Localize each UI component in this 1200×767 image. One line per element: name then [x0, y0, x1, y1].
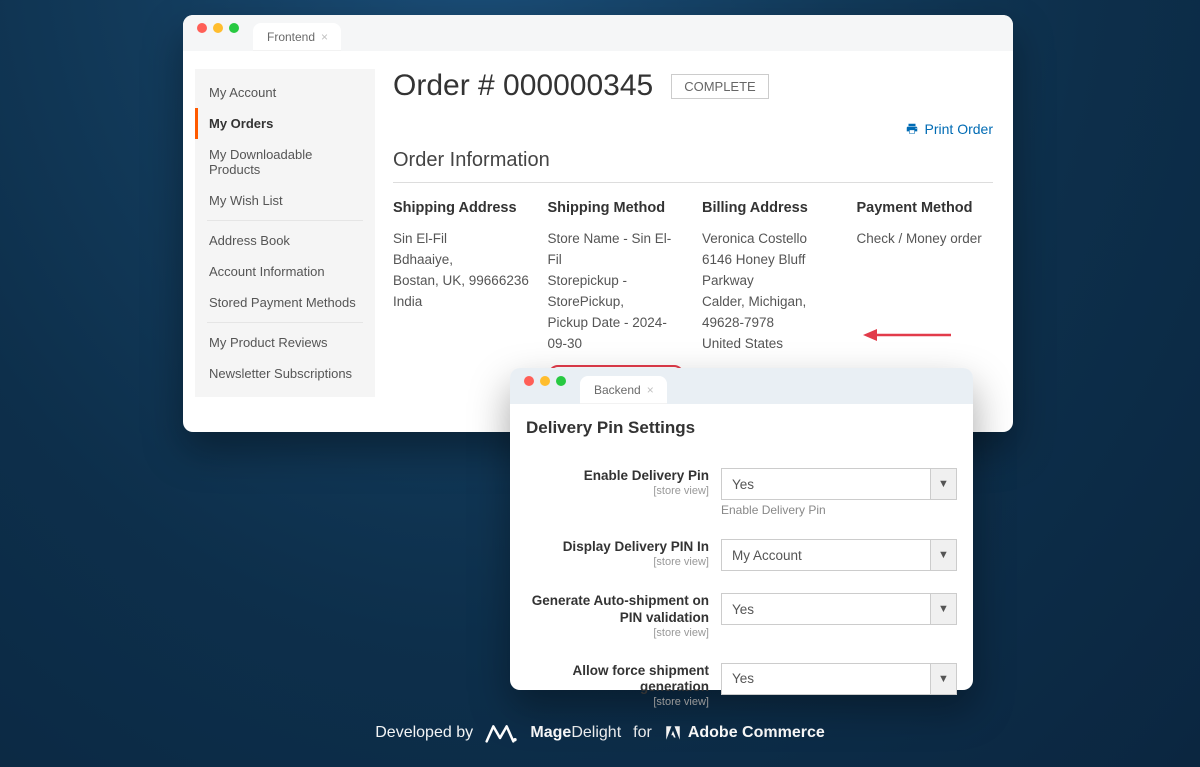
select-value: Yes — [722, 469, 930, 499]
window-close-icon[interactable] — [197, 23, 207, 33]
address-line: Calder, Michigan, 49628-7978 — [702, 292, 839, 334]
field-scope: [store view] — [526, 696, 709, 710]
traffic-lights — [524, 368, 566, 404]
chevron-down-icon: ▼ — [930, 664, 956, 694]
shipping-address-heading: Shipping Address — [393, 197, 530, 219]
page-title: Order # 000000345 — [393, 69, 653, 103]
address-line: Bostan, UK, 99666236 — [393, 271, 530, 292]
chevron-down-icon: ▼ — [930, 469, 956, 499]
field-scope: [store view] — [526, 485, 709, 499]
sidebar-item-downloadable[interactable]: My Downloadable Products — [195, 139, 375, 185]
field-helper: Enable Delivery Pin — [721, 503, 957, 517]
sidebar-item-reviews[interactable]: My Product Reviews — [195, 327, 375, 358]
field-label: Generate Auto-shipment on PIN validation — [532, 593, 709, 625]
status-badge: COMPLETE — [671, 74, 769, 99]
select-force-shipment[interactable]: Yes ▼ — [721, 663, 957, 695]
field-label: Enable Delivery Pin — [584, 468, 709, 483]
browser-tab-backend[interactable]: Backend × — [580, 376, 667, 404]
select-auto-shipment[interactable]: Yes ▼ — [721, 593, 957, 625]
panel-title: Delivery Pin Settings — [526, 418, 957, 438]
select-value: Yes — [722, 664, 930, 694]
chevron-down-icon: ▼ — [930, 594, 956, 624]
sidebar-item-my-account[interactable]: My Account — [195, 77, 375, 108]
section-divider — [393, 182, 993, 183]
traffic-lights — [197, 15, 239, 51]
field-enable-delivery-pin: Enable Delivery Pin [store view] Yes ▼ E… — [526, 468, 957, 517]
select-display-pin-in[interactable]: My Account ▼ — [721, 539, 957, 571]
field-scope: [store view] — [526, 627, 709, 641]
chevron-down-icon: ▼ — [930, 540, 956, 570]
print-order-link[interactable]: Print Order — [905, 121, 993, 137]
address-line: Bdhaaiye, — [393, 250, 530, 271]
tab-label: Frontend — [267, 30, 315, 44]
sidebar-item-newsletter[interactable]: Newsletter Subscriptions — [195, 358, 375, 389]
sidebar-separator — [207, 220, 363, 221]
field-auto-shipment: Generate Auto-shipment on PIN validation… — [526, 593, 957, 641]
address-line: Veronica Costello — [702, 229, 839, 250]
backend-titlebar: Backend × — [510, 368, 973, 404]
account-sidebar: My Account My Orders My Downloadable Pro… — [195, 69, 375, 397]
select-enable-delivery-pin[interactable]: Yes ▼ — [721, 468, 957, 500]
backend-window: Backend × Delivery Pin Settings Enable D… — [510, 368, 973, 690]
window-zoom-icon[interactable] — [556, 376, 566, 386]
method-line: Pickup Date - 2024-09-30 — [548, 313, 685, 355]
section-title: Order Information — [393, 149, 993, 172]
field-label: Allow force shipment generation — [572, 663, 709, 695]
order-header: Order # 000000345 COMPLETE — [393, 69, 993, 103]
sidebar-item-wishlist[interactable]: My Wish List — [195, 185, 375, 216]
close-icon[interactable]: × — [647, 384, 659, 396]
shipping-method-heading: Shipping Method — [548, 197, 685, 219]
tab-label: Backend — [594, 383, 641, 397]
select-value: Yes — [722, 594, 930, 624]
window-close-icon[interactable] — [524, 376, 534, 386]
payment-method-heading: Payment Method — [857, 197, 994, 219]
print-icon — [905, 122, 919, 136]
footer-developed-by: Developed by — [375, 724, 473, 742]
backend-body: Delivery Pin Settings Enable Delivery Pi… — [510, 404, 973, 734]
sidebar-item-address-book[interactable]: Address Book — [195, 225, 375, 256]
sidebar-item-my-orders[interactable]: My Orders — [195, 108, 375, 139]
frontend-titlebar: Frontend × — [183, 15, 1013, 51]
payment-line: Check / Money order — [857, 229, 994, 250]
address-line: 6146 Honey Bluff Parkway — [702, 250, 839, 292]
address-line: Sin El-Fil — [393, 229, 530, 250]
sidebar-item-account-info[interactable]: Account Information — [195, 256, 375, 287]
browser-tab-frontend[interactable]: Frontend × — [253, 23, 341, 51]
field-display-pin-in: Display Delivery PIN In [store view] My … — [526, 539, 957, 571]
sidebar-item-payment-methods[interactable]: Stored Payment Methods — [195, 287, 375, 318]
field-label: Display Delivery PIN In — [563, 539, 709, 554]
field-scope: [store view] — [526, 556, 709, 570]
sidebar-separator — [207, 322, 363, 323]
print-label: Print Order — [925, 121, 993, 137]
address-line: United States — [702, 334, 839, 355]
window-minimize-icon[interactable] — [540, 376, 550, 386]
field-force-shipment: Allow force shipment generation [store v… — [526, 663, 957, 711]
window-minimize-icon[interactable] — [213, 23, 223, 33]
billing-address-heading: Billing Address — [702, 197, 839, 219]
method-line: Storepickup - StorePickup, — [548, 271, 685, 313]
address-line: India — [393, 292, 530, 313]
window-zoom-icon[interactable] — [229, 23, 239, 33]
close-icon[interactable]: × — [321, 31, 333, 43]
select-value: My Account — [722, 540, 930, 570]
method-line: Store Name - Sin El-Fil — [548, 229, 685, 271]
